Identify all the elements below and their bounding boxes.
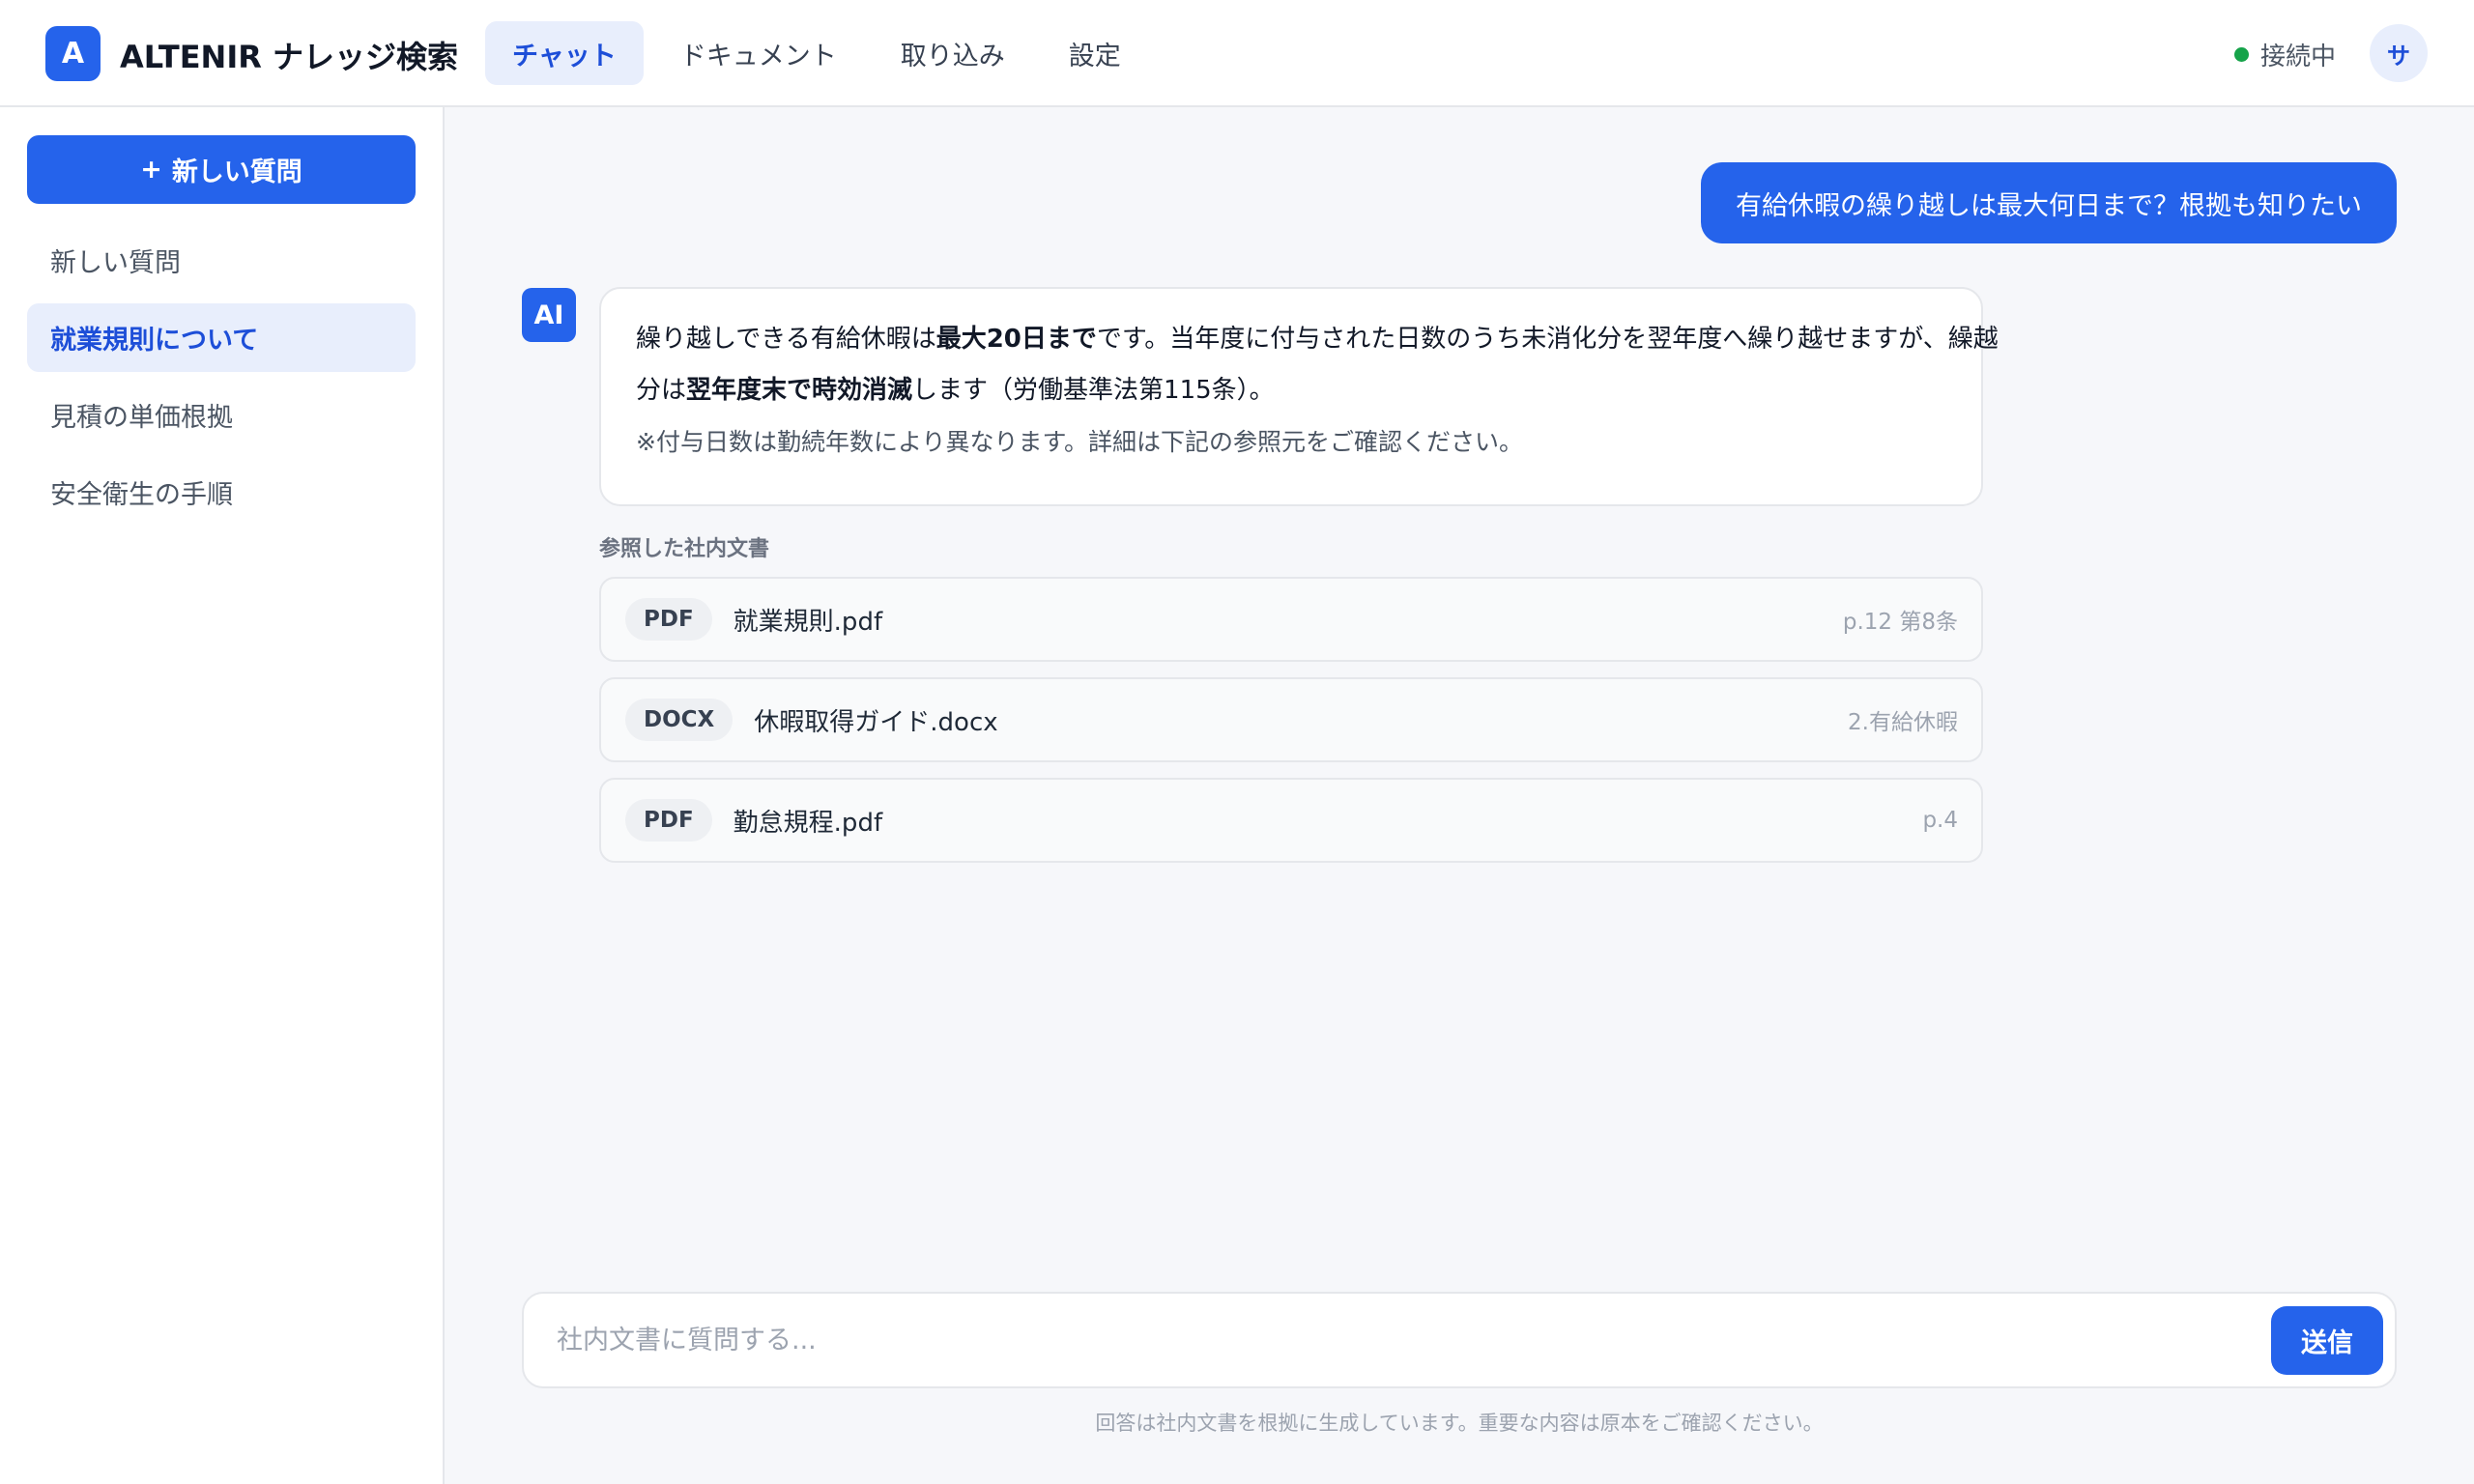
user-avatar[interactable]: サ bbox=[2370, 24, 2428, 82]
plus-icon: + bbox=[140, 155, 162, 185]
sidebar-item-new-question[interactable]: 新しい質問 bbox=[27, 226, 416, 295]
disclaimer-text: 回答は社内文書を根拠に生成しています。重要な内容は原本をご確認ください。 bbox=[1095, 1412, 1824, 1435]
file-type-badge: PDF bbox=[625, 598, 712, 641]
new-question-button[interactable]: + 新しい質問 bbox=[27, 135, 416, 204]
tab-chat[interactable]: チャット bbox=[485, 21, 644, 85]
reference-location: 2.有給休暇 bbox=[1848, 710, 1958, 735]
message-composer: 送信 bbox=[522, 1292, 2397, 1388]
app-title: ALTENIR ナレッジ検索 bbox=[120, 39, 459, 75]
sidebar-item-safety-procedure[interactable]: 安全衛生の手順 bbox=[27, 458, 416, 527]
ai-message: 繰り越しできる有給休暇は最大20日までです。当年度に付与された日数のうち未消化分… bbox=[599, 287, 1999, 506]
status-dot-icon bbox=[2234, 47, 2249, 62]
reference-location: p.4 bbox=[1922, 808, 1958, 833]
file-type-badge: PDF bbox=[625, 799, 712, 842]
reference-location: p.12 第8条 bbox=[1842, 610, 1958, 635]
references-heading: 参照した社内文書 bbox=[599, 537, 770, 561]
file-type-badge: DOCX bbox=[625, 699, 734, 741]
reference-filename: 勤怠規程.pdf bbox=[733, 808, 883, 838]
ai-answer-line-2: 分は翌年度末で時効消滅します（労働基準法第115条）。 bbox=[636, 376, 1275, 405]
user-message: 有給休暇の繰り越しは最大何日まで？根拠も知りたい bbox=[1701, 162, 2397, 243]
sidebar-item-estimate-basis[interactable]: 見積の単価根拠 bbox=[27, 381, 416, 449]
question-input[interactable] bbox=[557, 1311, 2238, 1369]
reference-filename: 就業規則.pdf bbox=[733, 607, 883, 637]
reference-list: PDF 就業規則.pdf p.12 第8条 DOCX 休暇取得ガイド.docx … bbox=[599, 577, 1983, 878]
tab-import[interactable]: 取り込み bbox=[874, 21, 1032, 85]
reference-item[interactable]: PDF 就業規則.pdf p.12 第8条 bbox=[599, 577, 1983, 662]
app-header: A ALTENIR ナレッジ検索 チャット ドキュメント 取り込み 設定 接続中… bbox=[0, 0, 2474, 107]
new-question-label: 新しい質問 bbox=[171, 157, 302, 187]
main-nav: チャット ドキュメント 取り込み 設定 bbox=[485, 21, 1158, 85]
tab-settings[interactable]: 設定 bbox=[1042, 21, 1148, 85]
app-logo: A bbox=[45, 26, 101, 81]
sidebar-item-work-rules[interactable]: 就業規則について bbox=[27, 303, 416, 372]
ai-answer-line-1: 繰り越しできる有給休暇は最大20日までです。当年度に付与された日数のうち未消化分… bbox=[636, 325, 1999, 354]
status-label: 接続中 bbox=[2260, 43, 2337, 71]
conversation-list: 新しい質問 就業規則について 見積の単価根拠 安全衛生の手順 bbox=[27, 226, 416, 535]
reference-item[interactable]: PDF 勤怠規程.pdf p.4 bbox=[599, 778, 1983, 863]
reference-item[interactable]: DOCX 休暇取得ガイド.docx 2.有給休暇 bbox=[599, 677, 1983, 762]
reference-filename: 休暇取得ガイド.docx bbox=[754, 707, 998, 737]
ai-avatar: AI bbox=[522, 288, 576, 342]
ai-answer-note: ※付与日数は勤続年数により異なります。詳細は下記の参照元をご確認ください。 bbox=[636, 428, 1523, 456]
connection-status: 接続中 bbox=[2234, 37, 2336, 72]
tab-documents[interactable]: ドキュメント bbox=[653, 21, 864, 85]
sidebar: + 新しい質問 新しい質問 就業規則について 見積の単価根拠 安全衛生の手順 bbox=[0, 107, 445, 1484]
send-button[interactable]: 送信 bbox=[2271, 1306, 2383, 1375]
